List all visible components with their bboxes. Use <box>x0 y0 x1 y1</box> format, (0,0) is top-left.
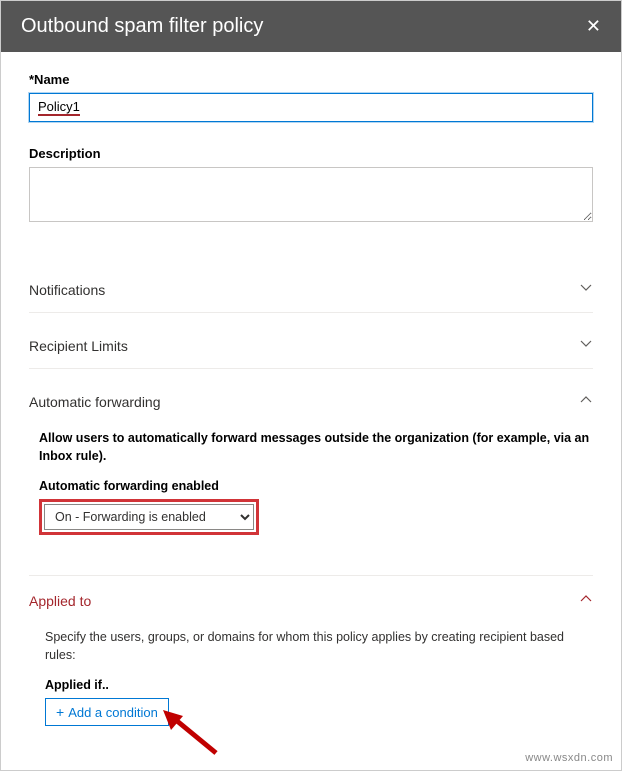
forwarding-help-text: Allow users to automatically forward mes… <box>39 430 593 465</box>
recipient-limits-title: Recipient Limits <box>29 338 128 354</box>
add-condition-button[interactable]: + Add a condition <box>45 698 169 726</box>
forwarding-select-highlight: On - Forwarding is enabled <box>39 499 259 535</box>
automatic-forwarding-title: Automatic forwarding <box>29 394 161 410</box>
panel-header: Outbound spam filter policy ✕ <box>1 1 621 52</box>
section-notifications[interactable]: Notifications <box>29 267 593 313</box>
panel-content: *Name Policy1 Description Notifications … <box>1 52 621 736</box>
chevron-down-icon <box>579 337 593 354</box>
name-label: *Name <box>29 72 593 87</box>
plus-icon: + <box>56 704 64 720</box>
section-recipient-limits[interactable]: Recipient Limits <box>29 323 593 369</box>
close-icon[interactable]: ✕ <box>586 16 601 37</box>
applied-to-title: Applied to <box>29 593 91 609</box>
description-label: Description <box>29 146 593 161</box>
applied-if-label: Applied if.. <box>45 678 593 692</box>
description-textarea[interactable] <box>29 167 593 222</box>
chevron-up-icon <box>579 592 593 609</box>
name-value-text: Policy1 <box>38 99 80 116</box>
chevron-down-icon <box>579 281 593 298</box>
name-input[interactable]: Policy1 <box>29 93 593 122</box>
notifications-title: Notifications <box>29 282 105 298</box>
automatic-forwarding-content: Allow users to automatically forward mes… <box>29 424 593 535</box>
section-applied-to[interactable]: Applied to <box>29 575 593 623</box>
chevron-up-icon <box>579 393 593 410</box>
applied-to-help-text: Specify the users, groups, or domains fo… <box>45 629 593 664</box>
add-condition-label: Add a condition <box>68 705 158 720</box>
section-automatic-forwarding[interactable]: Automatic forwarding <box>29 379 593 424</box>
watermark-text: www.wsxdn.com <box>525 752 613 764</box>
applied-to-content: Specify the users, groups, or domains fo… <box>29 623 593 726</box>
forwarding-select[interactable]: On - Forwarding is enabled <box>44 504 254 530</box>
forwarding-enabled-label: Automatic forwarding enabled <box>39 479 593 493</box>
panel-title: Outbound spam filter policy <box>21 15 263 38</box>
